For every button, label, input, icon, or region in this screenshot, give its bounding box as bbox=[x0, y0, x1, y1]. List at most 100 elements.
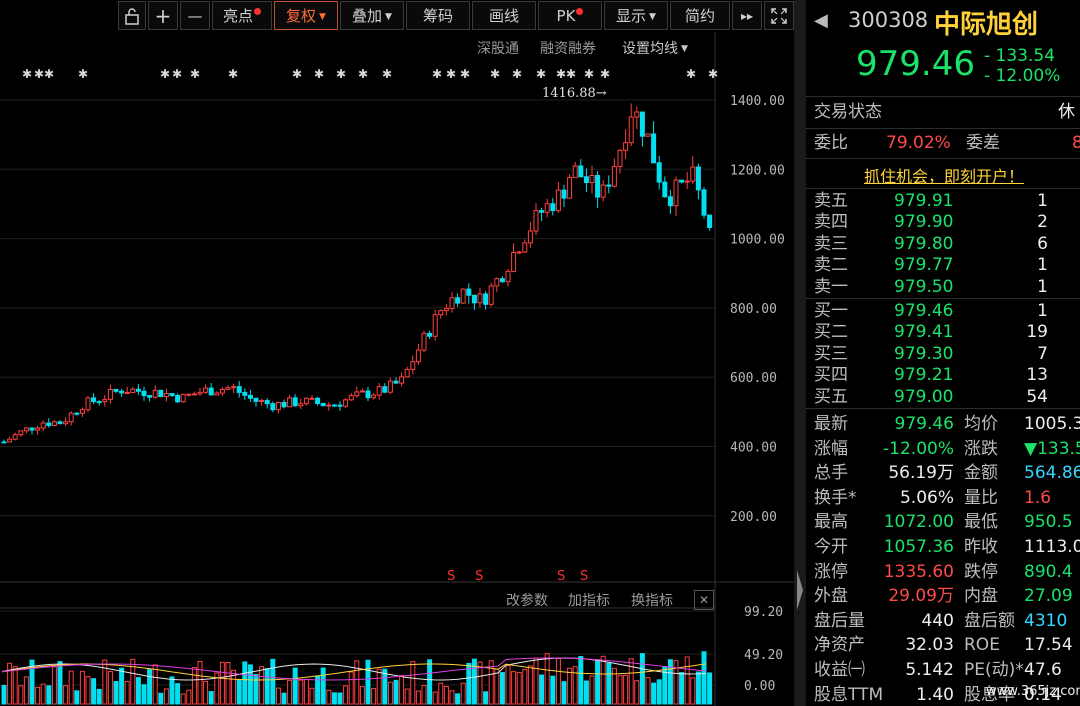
candle-body bbox=[247, 394, 253, 399]
event-marker-icon: ✱ bbox=[686, 67, 696, 81]
level-price: 979.46 bbox=[894, 301, 954, 321]
stat-label: 换手* bbox=[814, 487, 857, 508]
volume-tick-label: 49.20 bbox=[744, 648, 783, 663]
volume-bar bbox=[281, 692, 287, 705]
volume-bar bbox=[320, 667, 326, 705]
stat-value: 1113.0 bbox=[1024, 537, 1080, 557]
panel-divider[interactable] bbox=[794, 0, 806, 706]
link-ma-settings[interactable]: 设置均线 ▼ bbox=[622, 38, 688, 58]
highlight-label: 亮点 bbox=[222, 7, 253, 25]
level-price: 979.00 bbox=[894, 386, 954, 407]
zoom-in-button[interactable]: + bbox=[148, 1, 178, 30]
stat-label: 内盘 bbox=[964, 586, 998, 607]
volume-tick-label: 0.00 bbox=[744, 679, 775, 694]
volume-bar bbox=[427, 659, 433, 705]
close-indicator-button[interactable]: ✕ bbox=[694, 590, 714, 610]
candle-body bbox=[119, 390, 125, 394]
stat-label: 量比 bbox=[964, 487, 998, 508]
dividend-marker-icon: S bbox=[475, 569, 483, 584]
volume-bar bbox=[371, 687, 377, 705]
candle-body bbox=[511, 252, 517, 272]
level-volume: 1 bbox=[1037, 191, 1048, 211]
back-arrow-icon[interactable]: ◀ bbox=[814, 10, 828, 31]
candle-body bbox=[7, 438, 13, 443]
adjust-button[interactable]: 复权 ▼ bbox=[274, 1, 338, 30]
trade-status-row: 交易状态 休 bbox=[806, 102, 1080, 123]
unlock-icon[interactable] bbox=[118, 1, 146, 30]
volume-bar bbox=[107, 671, 113, 705]
volume-bar bbox=[91, 678, 97, 705]
pk-button[interactable]: PK bbox=[538, 1, 602, 30]
draw-line-button[interactable]: 画线 bbox=[472, 1, 536, 30]
volume-bar bbox=[208, 691, 214, 705]
highlight-button[interactable]: 亮点 bbox=[212, 1, 272, 30]
overlay-button[interactable]: 叠加 ▼ bbox=[340, 1, 404, 30]
candle-body bbox=[600, 184, 606, 198]
fullscreen-icon[interactable] bbox=[764, 1, 794, 30]
event-marker-icon: ✱ bbox=[446, 67, 456, 81]
next-icon[interactable]: ▸▸ bbox=[732, 1, 762, 30]
adjust-label: 复权 bbox=[286, 7, 317, 25]
open-account-banner[interactable]: 抓住机会，即刻开户！ bbox=[864, 163, 1024, 187]
stat-row: 收益㈠ 5.142 PE(动)* 47.6 bbox=[806, 660, 1080, 681]
candle-body bbox=[186, 393, 192, 396]
overlay-label: 叠加 bbox=[352, 7, 383, 25]
volume-bar bbox=[343, 685, 349, 705]
zoom-out-button[interactable]: — bbox=[180, 1, 210, 30]
volume-bar bbox=[494, 668, 500, 705]
display-button[interactable]: 显示 ▼ bbox=[604, 1, 668, 30]
volume-bar bbox=[651, 682, 657, 705]
candle-body bbox=[667, 196, 673, 207]
stat-label: 总手 bbox=[814, 463, 848, 484]
link-add-indicator[interactable]: 加指标 bbox=[568, 590, 610, 610]
volume-bar bbox=[399, 675, 405, 705]
candle-body bbox=[393, 380, 399, 384]
candle-body bbox=[466, 288, 472, 296]
level-volume: 6 bbox=[1037, 233, 1048, 254]
candle-body bbox=[253, 397, 259, 402]
volume-bar bbox=[578, 655, 584, 705]
link-hk-connect[interactable]: 深股通 bbox=[477, 38, 519, 58]
stat-row: 涨停 1335.60 跌停 890.4 bbox=[806, 562, 1080, 583]
volume-bar bbox=[197, 660, 203, 705]
volume-bar bbox=[236, 678, 242, 705]
order-diff-label: 委差 bbox=[966, 133, 1000, 153]
volume-bar bbox=[387, 681, 393, 705]
kline-chart[interactable]: 1400.00 1200.00 1000.00 800.00 600.00 400.00 2… bbox=[0, 32, 800, 706]
order-book-row: 买四 979.21 13 bbox=[806, 365, 1080, 386]
candle-body bbox=[331, 404, 337, 407]
candle-body bbox=[85, 397, 91, 411]
stat-value: 1.40 bbox=[916, 684, 954, 705]
event-marker-icon: ✱ bbox=[34, 67, 44, 81]
volume-bar bbox=[68, 670, 74, 705]
last-price: 979.46 bbox=[856, 44, 975, 84]
stat-row: 最新 979.46 均价 1005.3 bbox=[806, 414, 1080, 435]
volume-bar bbox=[595, 659, 601, 705]
link-edit-params[interactable]: 改参数 bbox=[506, 590, 548, 610]
volume-bar bbox=[695, 671, 701, 705]
stat-row: 净资产 32.03 ROE 17.54 bbox=[806, 635, 1080, 656]
candle-body bbox=[46, 422, 52, 426]
candle-body bbox=[208, 387, 214, 396]
volume-bar bbox=[326, 689, 332, 705]
candle-body bbox=[225, 387, 231, 390]
simple-button[interactable]: 简约 bbox=[670, 1, 730, 30]
level-volume: 54 bbox=[1026, 386, 1048, 407]
stat-label: 股息TTM bbox=[814, 684, 884, 705]
volume-bar bbox=[555, 658, 561, 705]
chips-button[interactable]: 筹码 bbox=[406, 1, 470, 30]
link-margin[interactable]: 融资融券 bbox=[540, 38, 596, 58]
volume-bar bbox=[376, 668, 382, 705]
candle-body bbox=[343, 399, 349, 407]
volume-bar bbox=[51, 666, 57, 705]
volume-bar bbox=[639, 653, 645, 705]
volume-bar bbox=[589, 675, 595, 705]
stat-value: 1057.36 bbox=[883, 537, 954, 557]
candle-body bbox=[214, 392, 220, 396]
volume-bar bbox=[539, 674, 545, 705]
link-switch-indicator[interactable]: 换指标 bbox=[631, 590, 673, 610]
volume-bar bbox=[382, 668, 388, 705]
volume-bar bbox=[701, 651, 707, 705]
volume-bar bbox=[438, 682, 444, 705]
event-marker-icon: ✱ bbox=[160, 67, 170, 81]
